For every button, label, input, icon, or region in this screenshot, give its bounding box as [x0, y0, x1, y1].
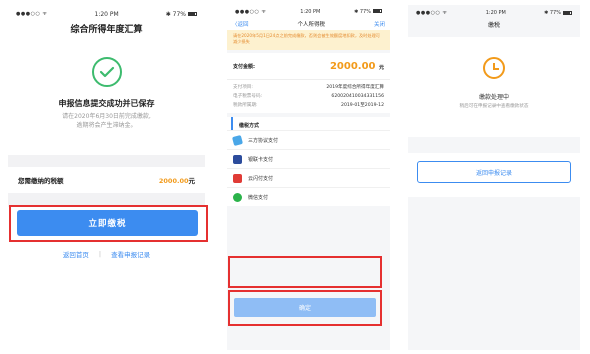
status-bar: ●●●○○ ᯤ 1:20 PM ✱ 77% — [8, 5, 205, 21]
signal-indicator: ●●●○○ ᯤ — [16, 11, 48, 17]
amount-label: 您需缴纳的税额 — [18, 177, 64, 185]
unionpay-icon — [233, 154, 242, 164]
page-title: 个人所得税 — [297, 22, 325, 28]
method-contract[interactable]: 三方协议支付 — [227, 130, 390, 149]
detail-row: 电子税票号码: 620020410034331156 — [233, 94, 384, 99]
method-cloud-pay[interactable]: 云闪付支付 — [227, 168, 390, 187]
signal-indicator: ●●●○○ ᯤ — [235, 8, 267, 15]
payment-methods: 缴税方式 三方协议支付 银联卡支付 云闪付支付 微信支付 — [227, 117, 390, 206]
amount-row: 支付金额: 2000.00 元 — [227, 53, 390, 79]
status-time: 1:20 PM — [94, 10, 119, 18]
highlight-box — [228, 256, 382, 288]
processing-status: 缴款处理中 — [478, 94, 509, 101]
battery-icon — [188, 12, 197, 16]
link-separator: | — [98, 250, 102, 258]
close-button[interactable]: 关闭 — [374, 20, 385, 28]
wechat-icon — [233, 192, 242, 202]
success-title: 申报信息提交成功并已保存 — [58, 99, 155, 108]
methods-header: 缴税方式 — [231, 117, 390, 130]
back-to-records-button[interactable]: 返回申报记录 — [417, 161, 571, 183]
detail-row: 税款所属期: 2019-01至2019-12 — [233, 103, 384, 108]
action-section: 返回申报记录 — [408, 153, 580, 197]
detail-row: 支付项目: 2019年度综合所得年度汇算 — [233, 85, 384, 90]
success-description: 请在2020年6月30日前完成缴款, 逾期将会产生滞纳金。 — [62, 113, 151, 129]
clock-icon — [483, 57, 505, 79]
amount-row: 您需缴纳的税额 2000.00元 — [8, 167, 205, 193]
status-time: 1:20 PM — [485, 10, 506, 16]
processing-description: 稍后可在申报记录中查看缴款状态 — [459, 104, 529, 109]
battery-indicator: ✱ 77% — [544, 10, 572, 16]
battery-indicator: ✱ 77% — [166, 11, 197, 18]
battery-icon — [373, 9, 382, 13]
status-bar: ●●●○○ ᯤ 1:20 PM ✱ 77% — [408, 5, 580, 21]
pay-now-button[interactable]: 立即缴税 — [17, 210, 198, 236]
back-button[interactable]: 〈返回 — [232, 20, 249, 28]
amount-value: 2000.00 元 — [329, 60, 384, 72]
bottom-links: 返回首页 | 查看申报记录 — [0, 249, 213, 259]
view-records-link[interactable]: 查看申报记录 — [111, 249, 150, 259]
amount-value: 2000.00元 — [158, 177, 195, 185]
contract-icon — [231, 134, 244, 146]
return-home-link[interactable]: 返回首页 — [63, 249, 89, 259]
warning-banner: 请在2020年5月1日24点之前完成缴款，否则会被生效额度地扣款，及时处理可减少… — [227, 30, 390, 50]
nav-bar: 〈返回 个人所得税 关闭 — [227, 18, 390, 30]
method-wechat[interactable]: 微信支付 — [227, 187, 390, 206]
page-title: 综合所得年度汇算 — [70, 25, 143, 35]
payment-details: 支付项目: 2019年度综合所得年度汇算 电子税票号码: 6200204100343… — [227, 79, 390, 113]
method-unionpay[interactable]: 银联卡支付 — [227, 149, 390, 168]
divider — [8, 155, 205, 167]
confirm-button[interactable]: 确定 — [234, 298, 376, 317]
amount-label: 支付金额: — [233, 63, 255, 70]
page: ●●●○○ ᯤ 1:20 PM ✱ 77% 综合所得年度汇算 申报信息提交成功并… — [0, 0, 590, 354]
phone-screen-processing: ●●●○○ ᯤ 1:20 PM ✱ 77% 缴税 缴款处理中 稍后可在申报记录中… — [408, 5, 580, 350]
page-title: 缴税 — [487, 22, 500, 29]
battery-indicator: ✱ 77% — [354, 9, 382, 15]
status-time: 1:20 PM — [300, 8, 321, 15]
success-section: 申报信息提交成功并已保存 请在2020年6月30日前完成缴款, 逾期将会产生滞纳… — [8, 35, 205, 155]
processing-section: 缴款处理中 稍后可在申报记录中查看缴款状态 — [408, 37, 580, 137]
battery-icon — [563, 10, 572, 15]
cloud-pay-icon — [233, 173, 242, 183]
checkmark-icon — [99, 66, 115, 78]
check-circle-icon — [92, 57, 122, 87]
status-bar: ●●●○○ ᯤ 1:20 PM ✱ 77% — [227, 5, 390, 18]
signal-indicator: ●●●○○ ᯤ — [416, 10, 448, 16]
phone-screen-success: ●●●○○ ᯤ 1:20 PM ✱ 77% 综合所得年度汇算 申报信息提交成功并… — [8, 5, 205, 350]
